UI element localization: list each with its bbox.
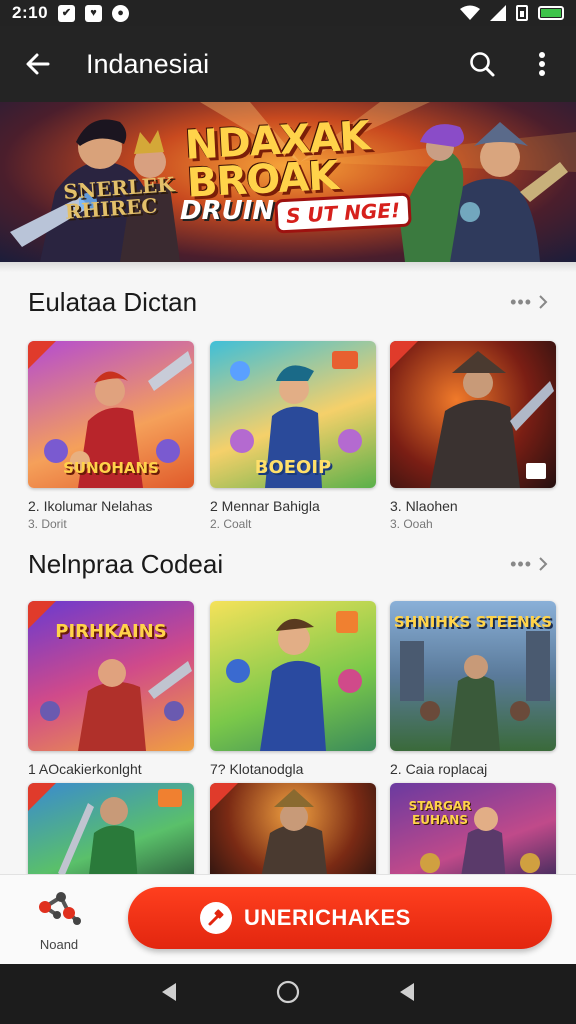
profile-label: Noand [39, 937, 79, 952]
game-title: 1 AOcakierkonlght [28, 761, 142, 777]
banner-tag: S UT NGE! [274, 192, 412, 234]
bottom-action-bar: Noand UNERICHAKES [0, 874, 576, 964]
game-logo-text: PIRHKAINS [55, 621, 167, 642]
app-bar: Indanesiai [0, 26, 576, 102]
network-logo-icon [39, 892, 81, 925]
hero-banner[interactable]: NDAXAK BROAK SNERLEK RHIREC DRUIN S UT N… [0, 102, 576, 262]
game-card[interactable] [210, 783, 376, 883]
game-title: 3. Nlaohen [390, 498, 458, 514]
game-art [28, 783, 182, 883]
triangle-recents-icon [400, 982, 414, 1001]
game-thumbnail [390, 341, 556, 488]
game-card[interactable]: STARGAR EUHANS [390, 783, 556, 883]
section2-title: Nelnpraa Codeai [28, 548, 224, 579]
game-title: 2. Ikolumar Nelahas [28, 498, 153, 514]
notification-icons: ✔ ♥ ● [58, 4, 130, 22]
section2-header: Nelnpraa Codeai ••• [28, 546, 548, 582]
chevron-right-icon [539, 295, 548, 309]
game-art [226, 611, 362, 751]
game-subtitle: 2. Coalt [210, 517, 252, 531]
section1-more-button[interactable]: ••• [510, 292, 548, 313]
game-card[interactable]: 3. Nlaohen 3. Ooah [390, 341, 556, 531]
system-nav-bar [0, 964, 576, 1024]
heart-notification-icon: ♥ [85, 4, 103, 22]
primary-action-button[interactable]: UNERICHAKES [128, 887, 552, 949]
triangle-back-icon [162, 982, 176, 1001]
search-icon [470, 52, 495, 77]
game-logo-text: BOEOIP [254, 457, 332, 478]
banner-left-text: SNERLEK RHIREC [63, 172, 177, 224]
arrow-left-icon [26, 53, 50, 75]
game-art [210, 783, 328, 883]
status-bar: 2:10 ✔ ♥ ● [0, 0, 576, 26]
game-card[interactable]: BOEOIP 2 Mennar Bahigla 2. Coalt [210, 341, 376, 531]
game-title: 2. Caia roplacaj [390, 761, 488, 777]
game-subtitle: 3. Dorit [28, 517, 67, 531]
game-thumbnail: SHNIHKS STEENKS [390, 601, 556, 751]
signal-icon [490, 5, 506, 21]
section1-header: Eulataa Dictan ••• [28, 284, 548, 320]
game-thumbnail [210, 601, 376, 751]
hammer-icon [200, 902, 232, 934]
status-time: 2:10 [12, 3, 49, 22]
more-dots-icon: ••• [510, 553, 532, 574]
game-art [390, 341, 554, 488]
game-logo-text: STARGAR EUHANS [408, 799, 472, 827]
nav-recents-button[interactable] [396, 981, 418, 1008]
game-thumbnail: SUNOHANS [28, 341, 194, 488]
profile-button[interactable]: Noand [24, 887, 94, 952]
more-vertical-icon [539, 52, 545, 76]
game-subtitle: 3. Ooah [390, 517, 433, 531]
check-notification-icon: ✔ [58, 4, 76, 22]
game-thumbnail: PIRHKAINS [28, 601, 194, 751]
game-thumbnail [210, 783, 376, 883]
game-title: 7? Klotanodgla [210, 761, 304, 777]
game-logo-text: SUNOHANS [63, 459, 159, 477]
primary-action-label: UNERICHAKES [244, 905, 411, 930]
banner-title: NDAXAK BROAK [184, 113, 372, 207]
game-card[interactable]: PIRHKAINS 1 AOcakierkonlght [28, 601, 194, 777]
screen: 2:10 ✔ ♥ ● Indanesiai NDAXAK BROAK SNERL… [0, 0, 576, 1024]
section2-more-button[interactable]: ••• [510, 554, 548, 575]
more-options-button[interactable] [512, 26, 572, 102]
more-dots-icon: ••• [510, 291, 532, 312]
banner-subtitle: DRUIN [180, 196, 275, 226]
game-card[interactable]: 7? Klotanodgla [210, 601, 376, 777]
nav-back-button[interactable] [158, 981, 180, 1008]
sim-icon [516, 5, 528, 21]
game-thumbnail [28, 783, 194, 883]
game-logo-text: SHNIHKS STEENKS [393, 613, 553, 631]
wifi-icon [460, 5, 480, 20]
game-thumbnail: STARGAR EUHANS [390, 783, 556, 883]
circle-home-icon [276, 980, 300, 1003]
chevron-right-icon [539, 557, 548, 571]
battery-icon [538, 6, 564, 20]
page-title: Indanesiai [86, 48, 210, 79]
search-button[interactable] [452, 26, 512, 102]
back-button[interactable] [0, 26, 76, 102]
banner-divider [0, 262, 576, 272]
game-thumbnail: BOEOIP [210, 341, 376, 488]
game-title: 2 Mennar Bahigla [210, 498, 320, 514]
game-card[interactable] [28, 783, 194, 883]
app-notification-icon: ● [112, 4, 130, 22]
game-card[interactable]: SHNIHKS STEENKS 2. Caia roplacaj [390, 601, 556, 777]
game-card[interactable]: SUNOHANS 2. Ikolumar Nelahas 3. Dorit [28, 341, 194, 531]
nav-home-button[interactable] [276, 980, 300, 1009]
status-right [460, 5, 564, 21]
game-art [420, 807, 540, 883]
section1-title: Eulataa Dictan [28, 286, 198, 317]
